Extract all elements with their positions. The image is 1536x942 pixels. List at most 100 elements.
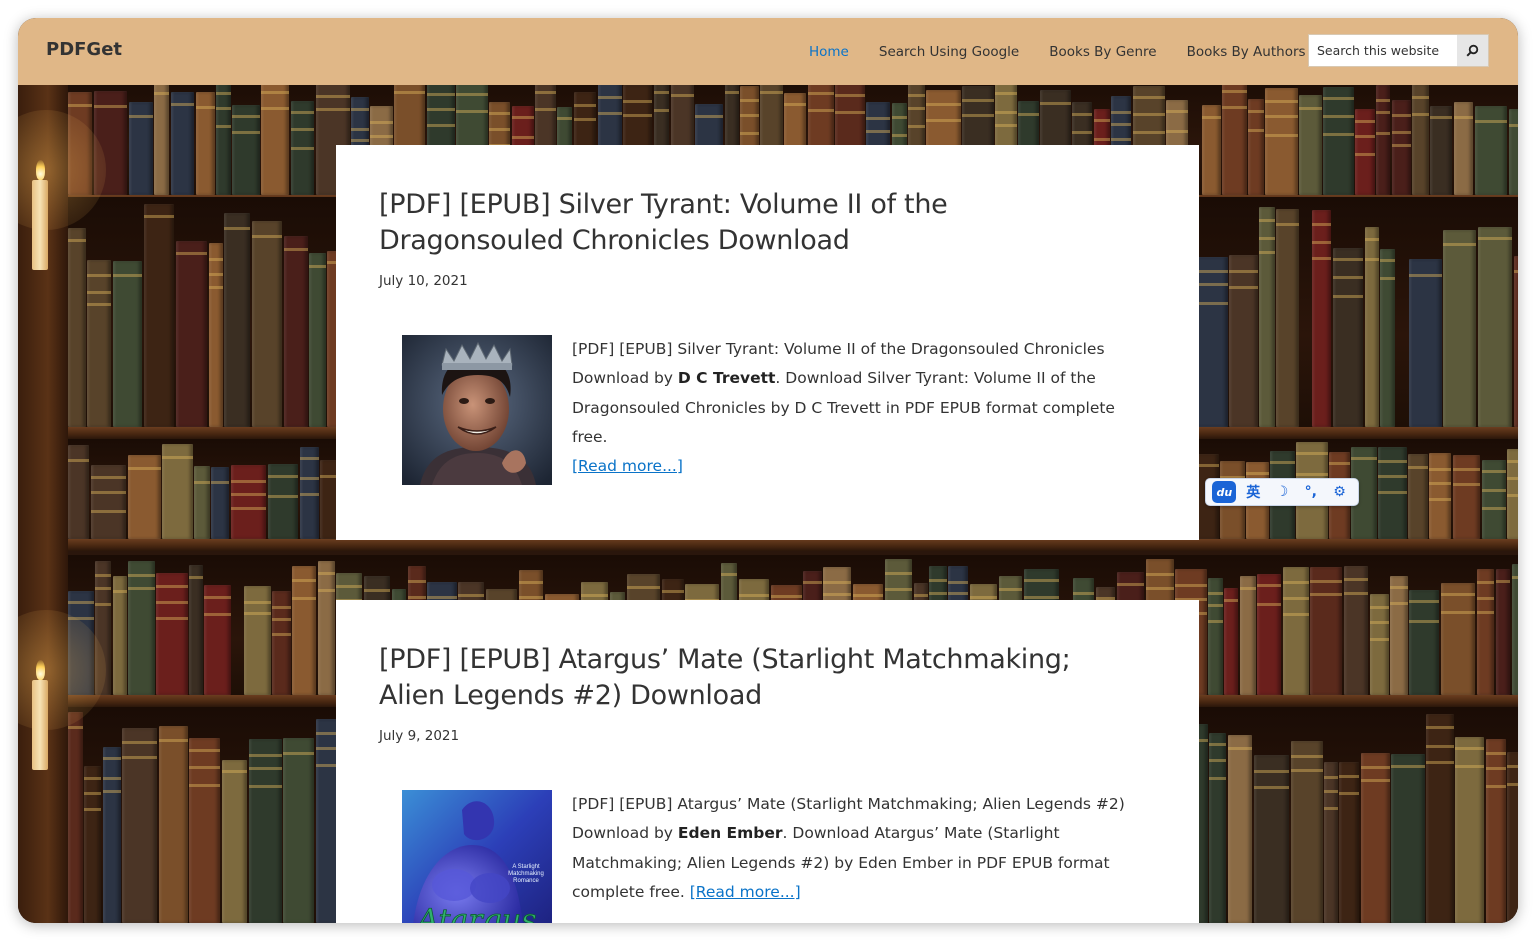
post-title[interactable]: [PDF] [EPUB] Silver Tyrant: Volume II of…	[379, 187, 1139, 259]
book-spine	[1512, 564, 1518, 695]
book-spine	[113, 261, 142, 427]
nav-search-google[interactable]: Search Using Google	[879, 44, 1019, 60]
book-spine	[261, 79, 289, 195]
book-spine	[154, 80, 169, 195]
shelf-plank	[18, 539, 1518, 551]
book-spine	[1229, 255, 1258, 427]
book-spine	[1299, 95, 1322, 195]
book-spine	[1426, 714, 1454, 923]
book-spine	[1443, 230, 1476, 427]
author-name: D C Trevett	[677, 369, 776, 388]
book-spine	[318, 561, 335, 695]
book-spine	[1408, 454, 1428, 539]
book-spine	[252, 221, 282, 427]
book-spine	[194, 466, 210, 539]
book-spine	[129, 102, 153, 195]
book-spine	[171, 92, 194, 195]
book-spine	[1390, 576, 1408, 695]
du-logo-icon[interactable]: du	[1212, 481, 1237, 503]
book-spine	[1378, 447, 1407, 539]
book-spine	[1265, 88, 1298, 195]
book-spine	[1475, 106, 1507, 195]
book-spine	[176, 241, 207, 427]
book-spine	[291, 101, 314, 195]
book-spine	[1380, 249, 1395, 427]
nav-books-by-authors[interactable]: Books By Authors	[1187, 44, 1306, 60]
read-more-link[interactable]: [Read more...]	[690, 883, 801, 901]
author-name: Eden Ember	[677, 824, 783, 843]
book-cover-image[interactable]	[402, 335, 552, 485]
english-mode-icon[interactable]: 英	[1241, 481, 1265, 503]
book-spine	[1248, 99, 1264, 195]
nav-home[interactable]: Home	[809, 44, 849, 60]
post-title[interactable]: [PDF] [EPUB] Atargus’ Mate (Starlight Ma…	[379, 642, 1139, 714]
book-spine	[1454, 102, 1473, 195]
book-spine	[1429, 453, 1451, 539]
book-spine	[1477, 569, 1494, 695]
site-title[interactable]: PDFGet	[46, 39, 122, 60]
book-spine	[232, 105, 260, 195]
cover-title: Atargus	[414, 903, 536, 923]
book-spine	[162, 444, 193, 539]
book-spine	[268, 464, 298, 539]
book-spine	[1355, 109, 1375, 195]
book-spine	[231, 465, 266, 539]
book-spine	[1344, 566, 1368, 695]
search-button[interactable]	[1457, 35, 1488, 66]
read-more-link[interactable]: [Read more...]	[572, 457, 683, 475]
book-spine	[1455, 737, 1484, 923]
post-excerpt: [PDF] [EPUB] Silver Tyrant: Volume II of…	[572, 335, 1142, 481]
candle	[32, 680, 48, 770]
search-icon	[1466, 44, 1479, 57]
search-input[interactable]	[1309, 35, 1457, 66]
book-spine	[244, 586, 271, 695]
book-spine	[1507, 752, 1518, 923]
book-spine	[1254, 755, 1289, 923]
book-spine	[211, 467, 229, 539]
main-nav: Home Search Using Google Books By Genre …	[809, 18, 1336, 85]
book-spine	[1257, 574, 1281, 695]
settings-icon[interactable]: ⚙	[1328, 481, 1352, 503]
book-spine	[156, 573, 188, 695]
book-spine	[1228, 735, 1252, 923]
search-form	[1308, 34, 1489, 67]
book-spine	[1441, 583, 1475, 695]
book-spine	[1478, 227, 1512, 427]
book-spine	[1324, 762, 1338, 923]
book-spine	[224, 213, 250, 427]
book-spine	[1365, 227, 1379, 427]
book-spine	[103, 747, 121, 923]
book-spine	[91, 465, 126, 539]
book-spine	[196, 92, 215, 195]
book-spine	[1208, 578, 1223, 695]
book-spine	[144, 204, 174, 427]
book-spine	[1409, 590, 1439, 695]
moon-icon[interactable]: ☽	[1270, 481, 1294, 503]
book-cover-image[interactable]: A Starlight Matchmaking Romance Atargus	[402, 790, 552, 923]
book-spine	[1312, 210, 1331, 427]
book-spine	[1333, 248, 1363, 427]
book-spine	[1507, 449, 1518, 539]
candle-flame	[36, 160, 45, 180]
post-body: A Starlight Matchmaking Romance Atargus [P…	[379, 790, 1156, 923]
book-spine	[1376, 85, 1390, 195]
book-spine	[1222, 80, 1247, 195]
book-spine	[1412, 84, 1429, 195]
book-spine	[209, 243, 223, 427]
book-spine	[300, 447, 319, 539]
book-spine	[122, 728, 157, 923]
post-excerpt: [PDF] [EPUB] Atargus’ Mate (Starlight Ma…	[572, 790, 1142, 907]
book-spine	[189, 738, 220, 923]
nav-books-by-genre[interactable]: Books By Genre	[1049, 44, 1156, 60]
book-spine	[284, 236, 308, 427]
punctuation-icon[interactable]: °,	[1299, 481, 1323, 503]
book-spine	[1283, 567, 1309, 695]
book-spine	[1259, 207, 1275, 427]
book-spine	[222, 760, 247, 923]
book-spine	[1482, 460, 1506, 539]
post-card: [PDF] [EPUB] Atargus’ Mate (Starlight Ma…	[336, 600, 1199, 923]
book-spine	[1392, 100, 1411, 195]
book-spine	[292, 566, 316, 695]
site-header: PDFGet Home Search Using Google Books By…	[18, 18, 1518, 85]
book-spine	[1370, 594, 1389, 695]
